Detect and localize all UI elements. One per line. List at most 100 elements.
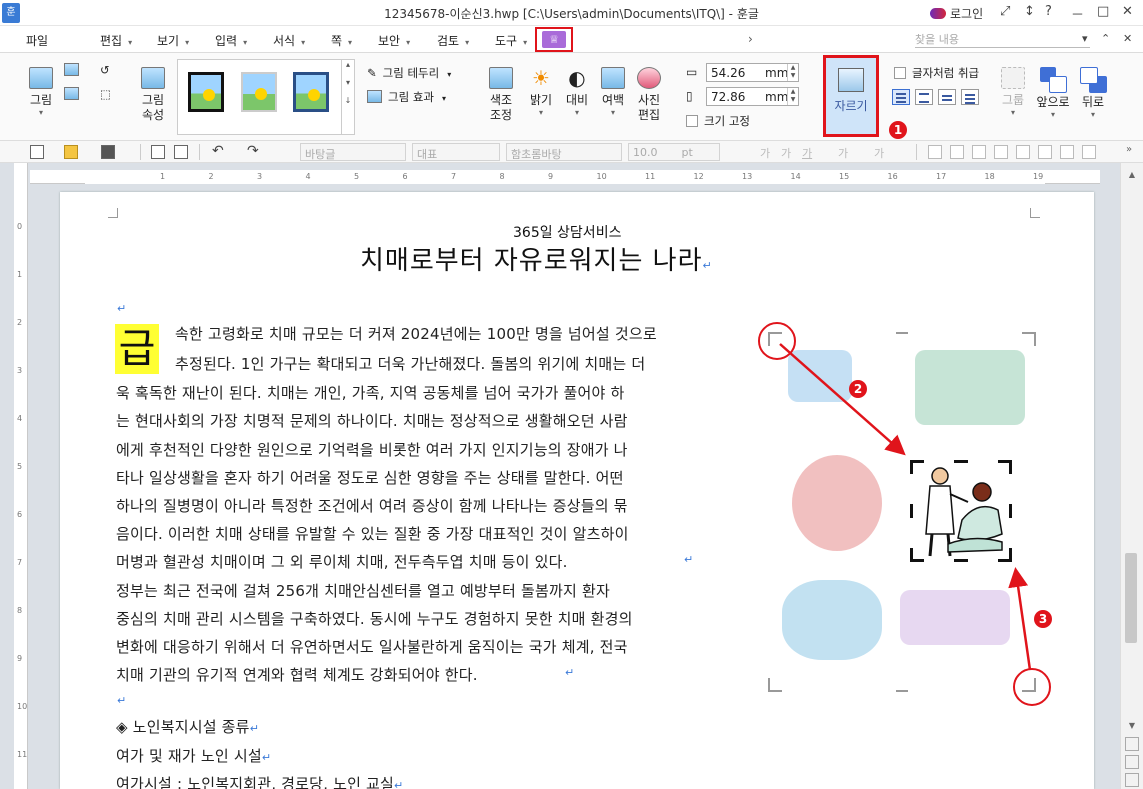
width-stepper[interactable]: 54.26 mm ▲ ▼ xyxy=(706,63,799,82)
align-right-icon[interactable] xyxy=(972,145,986,159)
color-adjust-button[interactable]: 색조 조정 xyxy=(486,67,516,123)
language-select[interactable]: 대표 xyxy=(412,143,500,161)
bold-button[interactable]: 가 xyxy=(760,145,770,161)
fullscreen-icon[interactable]: ⤢ xyxy=(1000,4,1010,19)
send-backward-button[interactable]: 뒤로 ▾ xyxy=(1076,67,1110,119)
scroll-thumb[interactable] xyxy=(1125,553,1137,643)
italic-button[interactable]: 가 xyxy=(781,145,791,161)
align-justify-icon[interactable] xyxy=(928,145,942,159)
size-fixed-label: 크기 고정 xyxy=(704,114,750,128)
page-view-icon[interactable] xyxy=(1125,755,1139,769)
size-fixed-checkbox[interactable]: 크기 고정 xyxy=(686,113,750,129)
close-icon[interactable]: ✕ xyxy=(1122,4,1133,19)
menu-view[interactable]: 보기 ▾ xyxy=(157,32,189,49)
align-center-icon[interactable] xyxy=(994,145,1008,159)
scroll-down-icon[interactable]: ▼ xyxy=(1125,719,1139,733)
stepper-arrows-icon[interactable]: ▲ ▼ xyxy=(787,88,798,105)
print-icon[interactable] xyxy=(151,145,165,159)
reset-picture-button[interactable]: ↺ xyxy=(100,63,110,77)
font-color-button[interactable]: 가 xyxy=(874,145,884,161)
bring-forward-button[interactable]: 앞으로 ▾ xyxy=(1034,67,1072,119)
close-doc-icon[interactable]: ✕ xyxy=(1123,32,1132,45)
select-area-button[interactable]: ⬚ xyxy=(100,87,111,101)
stepper-arrows-icon[interactable]: ▲ ▼ xyxy=(787,64,798,81)
picture-style-gallery[interactable] xyxy=(177,59,342,135)
collapse-ribbon-icon[interactable]: ⌃ xyxy=(1101,32,1110,45)
save-picture-button[interactable] xyxy=(64,87,85,101)
font-select[interactable]: 함초롬바탕 xyxy=(506,143,622,161)
wrap-front-icon[interactable] xyxy=(961,89,979,105)
crop-handle[interactable] xyxy=(910,460,913,474)
picture-tool-tab[interactable]: ♕ xyxy=(535,27,573,52)
help-icon[interactable]: ? xyxy=(1045,4,1052,19)
vruler-tick-label: 8 xyxy=(17,606,23,615)
menu-insert[interactable]: 입력 ▾ xyxy=(215,32,247,49)
align-split-icon[interactable] xyxy=(1038,145,1052,159)
indent-icon[interactable] xyxy=(1082,145,1096,159)
style-thumb-1[interactable] xyxy=(188,72,224,112)
strike-button[interactable]: 가 xyxy=(838,145,848,161)
scroll-up-icon[interactable]: ▲ xyxy=(1125,168,1139,182)
next-page-icon[interactable] xyxy=(1125,773,1139,787)
restore-ribbon-icon[interactable]: ↕ xyxy=(1024,4,1035,19)
maximize-icon[interactable]: □ xyxy=(1097,4,1109,19)
menu-page[interactable]: 쪽 ▾ xyxy=(331,32,352,49)
crop-handle[interactable] xyxy=(1009,504,1012,518)
menu-review[interactable]: 검토 ▾ xyxy=(437,32,469,49)
height-stepper[interactable]: 72.86 mm ▲ ▼ xyxy=(706,87,799,106)
picture-props-button[interactable]: 그림 속성 xyxy=(135,67,171,123)
crop-button[interactable]: 자르기 xyxy=(823,55,879,137)
picture-border-button[interactable]: ✎ 그림 테두리 ▾ xyxy=(367,65,451,81)
vertical-ruler[interactable] xyxy=(14,163,28,789)
margin-button[interactable]: 여백 ▾ xyxy=(598,67,628,117)
save-icon[interactable] xyxy=(101,145,115,159)
menu-edit[interactable]: 편집 ▾ xyxy=(100,32,132,49)
login-button[interactable]: 로그인 xyxy=(930,5,983,22)
treat-as-char-checkbox[interactable]: 글자처럼 취급 xyxy=(894,65,979,81)
underline-button[interactable]: 가 xyxy=(802,145,812,161)
wrap-behind-icon[interactable] xyxy=(938,89,956,105)
menu-tools[interactable]: 도구 ▾ xyxy=(495,32,527,49)
group-button[interactable]: 그룹 ▾ xyxy=(998,67,1028,117)
search-dropdown-icon[interactable]: ▾ xyxy=(1082,32,1088,45)
style-thumb-3[interactable] xyxy=(293,72,329,112)
list-item-text: 여가 및 재가 노인 시설 xyxy=(116,747,262,765)
style-select[interactable]: 바탕글 xyxy=(300,143,406,161)
menu-format[interactable]: 서식 ▾ xyxy=(273,32,305,49)
crop-handle[interactable] xyxy=(1009,548,1012,562)
crop-handle[interactable] xyxy=(910,548,913,562)
contrast-button[interactable]: ◐ 대비 ▾ xyxy=(562,67,592,117)
open-folder-icon[interactable] xyxy=(64,145,78,159)
prev-page-icon[interactable] xyxy=(1125,737,1139,751)
find-input[interactable]: 찾을 내용 xyxy=(915,31,1090,48)
style-thumb-2[interactable] xyxy=(241,72,277,112)
crop-handle[interactable] xyxy=(910,504,913,518)
picture-effect-button[interactable]: 그림 효과 ▾ xyxy=(367,89,446,105)
menu-security[interactable]: 보안 ▾ xyxy=(378,32,410,49)
undo-icon[interactable]: ↶ xyxy=(212,143,224,159)
replace-picture-button[interactable] xyxy=(64,63,85,77)
wrap-square-icon[interactable] xyxy=(892,89,910,105)
photo-edit-button[interactable]: 사진 편집 xyxy=(634,67,664,123)
vertical-scrollbar[interactable]: ▲ ▼ xyxy=(1120,163,1143,789)
minimize-icon[interactable]: － xyxy=(1071,4,1084,23)
effect-icon xyxy=(367,90,382,103)
font-size-input[interactable]: 10.0 pt xyxy=(628,143,720,161)
wrap-top-bottom-icon[interactable] xyxy=(915,89,933,105)
crop-handle[interactable] xyxy=(954,460,968,463)
align-left-icon[interactable] xyxy=(950,145,964,159)
line-spacing-icon[interactable] xyxy=(1060,145,1074,159)
crop-handle[interactable] xyxy=(954,559,968,562)
align-distribute-icon[interactable] xyxy=(1016,145,1030,159)
redo-icon[interactable]: ↷ xyxy=(247,143,259,159)
brightness-button[interactable]: ☀ 밝기 ▾ xyxy=(526,67,556,117)
gallery-scroll[interactable]: ▴ ▾ ↓ xyxy=(341,59,355,135)
picture-button[interactable]: 그림 ▾ xyxy=(26,67,56,117)
crop-selection[interactable] xyxy=(910,460,1012,562)
menu-more-arrow[interactable]: › xyxy=(748,32,753,46)
menu-file[interactable]: 파일 xyxy=(26,32,48,49)
new-doc-icon[interactable] xyxy=(30,145,44,159)
toolbar-expand-icon[interactable]: » xyxy=(1126,144,1132,155)
preview-icon[interactable] xyxy=(174,145,188,159)
crop-handle[interactable] xyxy=(1009,460,1012,474)
